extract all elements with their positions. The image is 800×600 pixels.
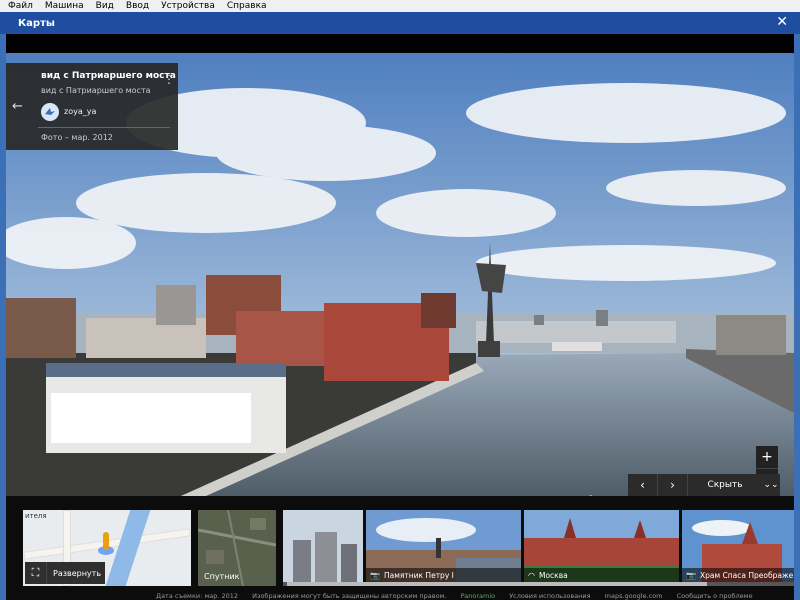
map-street-text: ителя: [25, 512, 47, 520]
user-name[interactable]: zoya_ya: [64, 107, 96, 116]
photo-image: [283, 510, 363, 582]
photo-caption: 📷 Храм Спаса Преображе: [682, 568, 794, 582]
minimap[interactable]: ителя ⛶ Развернуть: [23, 510, 191, 586]
photo-caption-text: Москва: [538, 570, 568, 580]
site-link[interactable]: maps.google.com: [605, 592, 663, 600]
window-title: Карты: [18, 17, 55, 29]
photo-thumb-2[interactable]: 📷 Памятник Петру I: [366, 510, 521, 582]
bird-icon: [45, 108, 55, 115]
close-icon[interactable]: ✕: [776, 14, 788, 30]
street-view-panorama[interactable]: ← вид с Патриаршего моста вид с Патриарш…: [6, 53, 794, 496]
photo-date: Фото – мар. 2012: [41, 133, 113, 142]
card-divider: [38, 127, 170, 128]
collapse-chevron-icon[interactable]: ⌄⌄: [762, 480, 780, 490]
camera-icon: 📷: [370, 570, 380, 580]
chevron-right-icon[interactable]: ›: [658, 474, 688, 496]
expand-label: Развернуть: [53, 568, 102, 578]
scrollbar-thumb[interactable]: [287, 582, 707, 586]
expand-map-button[interactable]: ⛶ Развернуть: [25, 562, 105, 584]
pegman-icon: [103, 532, 109, 550]
filmstrip-nav: ‹ › Скрыть ⌄⌄: [628, 474, 780, 496]
vm-menu-devices[interactable]: Устройства: [161, 1, 215, 11]
photo-caption-text: Памятник Петру I: [383, 570, 454, 580]
zoom-in-button[interactable]: +: [756, 446, 778, 468]
back-arrow-icon[interactable]: ←: [12, 99, 23, 114]
vm-menu-input[interactable]: Ввод: [126, 1, 149, 11]
more-options-icon[interactable]: ⋮: [163, 73, 175, 85]
footer: Дата съемки: мар. 2012 Изображения могут…: [156, 592, 765, 600]
vm-menu-view[interactable]: Вид: [96, 1, 114, 11]
vm-menu-bar: Файл Машина Вид Ввод Устройства Справка: [0, 0, 800, 12]
maps-app: ← вид с Патриаршего моста вид с Патриарш…: [6, 34, 794, 600]
vm-menu-machine[interactable]: Машина: [45, 1, 84, 11]
terms-link[interactable]: Условия использования: [509, 592, 590, 600]
location-subtitle: вид с Патриаршего моста: [41, 86, 151, 95]
photo-thumb-1[interactable]: [283, 510, 363, 582]
filmstrip-scrollbar[interactable]: [283, 582, 794, 586]
photo-caption: ◠ Москва: [524, 568, 679, 582]
report-problem-link[interactable]: Сообщить о проблеме: [677, 592, 753, 600]
panoramio-logo[interactable]: Panoramio: [461, 592, 495, 600]
hide-button[interactable]: Скрыть: [688, 480, 762, 490]
capture-date: Дата съемки: мар. 2012: [156, 592, 239, 600]
filmstrip: ителя ⛶ Развернуть Спутник 📷 Памятник Пе…: [6, 496, 794, 600]
satellite-label: Спутник: [204, 572, 240, 581]
vm-menu-help[interactable]: Справка: [227, 1, 267, 11]
panorama-icon: ◠: [528, 570, 535, 580]
user-avatar[interactable]: [41, 103, 59, 121]
photo-thumbnails: 📷 Памятник Петру I ◠ Москва 📷 Храм Спаса…: [283, 510, 794, 586]
photo-thumb-4[interactable]: 📷 Храм Спаса Преображе: [682, 510, 794, 582]
info-card: ← вид с Патриаршего моста вид с Патриарш…: [6, 63, 178, 150]
window-titlebar: Карты ✕: [0, 12, 800, 34]
expand-icon: ⛶: [25, 562, 47, 584]
photo-caption: 📷 Памятник Петру I: [366, 568, 521, 582]
satellite-thumb[interactable]: Спутник: [198, 510, 276, 586]
location-title: вид с Патриаршего моста: [41, 71, 176, 81]
copyright-notice: Изображения могут быть защищены авторски…: [252, 592, 447, 600]
camera-icon: 📷: [686, 570, 696, 580]
photo-thumb-3[interactable]: ◠ Москва: [524, 510, 679, 582]
vm-menu-file[interactable]: Файл: [8, 1, 33, 11]
chevron-left-icon[interactable]: ‹: [628, 474, 658, 496]
photo-caption-text: Храм Спаса Преображе: [699, 570, 794, 580]
